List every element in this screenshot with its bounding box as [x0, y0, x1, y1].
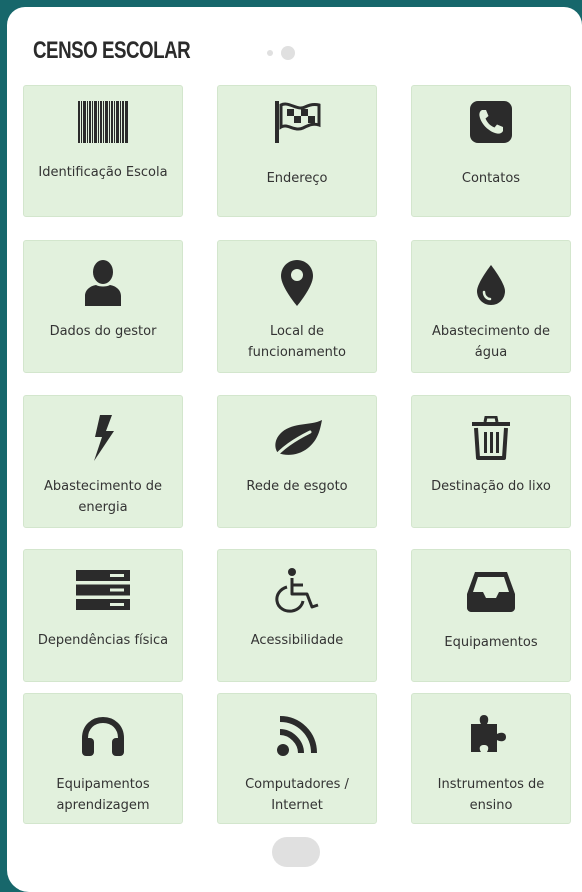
tile-label: Rede de esgoto — [246, 479, 348, 494]
tint-icon — [412, 263, 570, 307]
tile-instrumentos-de-ensino[interactable]: Instrumentos de ensino — [411, 693, 571, 824]
tile-label: Equipamentos aprendizagem — [56, 777, 150, 813]
bolt-icon — [24, 415, 182, 461]
headphones-icon — [24, 714, 182, 758]
tile-computadores-internet[interactable]: Computadores / Internet — [217, 693, 377, 824]
tile-equipamentos[interactable]: Equipamentos — [411, 549, 571, 682]
tile-dados-do-gestor[interactable]: Dados do gestor — [23, 240, 183, 373]
tile-label: Local de funcionamento — [248, 324, 346, 360]
tile-local-de-funcionamento[interactable]: Local de funcionamento — [217, 240, 377, 373]
rss-icon — [218, 714, 376, 758]
tile-label: Abastecimento de água — [431, 324, 551, 360]
page-dot-active[interactable] — [281, 46, 295, 60]
barcode-icon — [24, 100, 182, 144]
tile-label: Equipamentos — [444, 635, 538, 650]
page-indicator[interactable] — [267, 46, 295, 60]
home-indicator[interactable] — [272, 837, 320, 867]
tile-label: Acessibilidade — [250, 633, 344, 648]
phone-square-icon — [412, 100, 570, 144]
tile-abastecimento-de-energia[interactable]: Abastecimento de energia — [23, 395, 183, 528]
tile-dependencias-fisica[interactable]: Dependências física — [23, 549, 183, 682]
tile-contatos[interactable]: Contatos — [411, 85, 571, 217]
tile-label: Contatos — [461, 171, 521, 186]
page-dot-inactive[interactable] — [267, 50, 273, 56]
tile-endereco[interactable]: Endereço — [217, 85, 377, 217]
inbox-icon — [412, 570, 570, 614]
trash-icon — [412, 416, 570, 460]
tile-label: Endereço — [266, 171, 328, 186]
header: CENSO ESCOLAR — [33, 37, 235, 65]
tile-equipamentos-aprendizagem[interactable]: Equipamentos aprendizagem — [23, 693, 183, 824]
tile-acessibilidade[interactable]: Acessibilidade — [217, 549, 377, 682]
tile-label: Identificação Escola — [38, 165, 168, 180]
user-icon — [24, 260, 182, 306]
tile-label: Dados do gestor — [49, 324, 157, 339]
tile-label: Computadores / Internet — [245, 777, 349, 813]
tile-label: Destinação do lixo — [431, 479, 551, 494]
tile-label: Dependências física — [37, 633, 169, 648]
leaf-icon — [218, 418, 376, 462]
map-marker-icon — [218, 260, 376, 306]
server-icon — [24, 568, 182, 612]
tile-label: Instrumentos de ensino — [437, 777, 545, 813]
wheelchair-icon — [218, 568, 376, 613]
tile-rede-de-esgoto[interactable]: Rede de esgoto — [217, 395, 377, 528]
tile-abastecimento-de-agua[interactable]: Abastecimento de água — [411, 240, 571, 373]
page-title: CENSO ESCOLAR — [33, 37, 191, 64]
flag-checkered-icon — [218, 100, 376, 144]
tile-identificacao-escola[interactable]: Identificação Escola — [23, 85, 183, 217]
tile-destinacao-do-lixo[interactable]: Destinação do lixo — [411, 395, 571, 528]
puzzle-piece-icon — [412, 712, 570, 756]
tile-label: Abastecimento de energia — [43, 479, 163, 515]
app-panel: CENSO ESCOLAR Identificação Escola Ender… — [7, 7, 582, 892]
